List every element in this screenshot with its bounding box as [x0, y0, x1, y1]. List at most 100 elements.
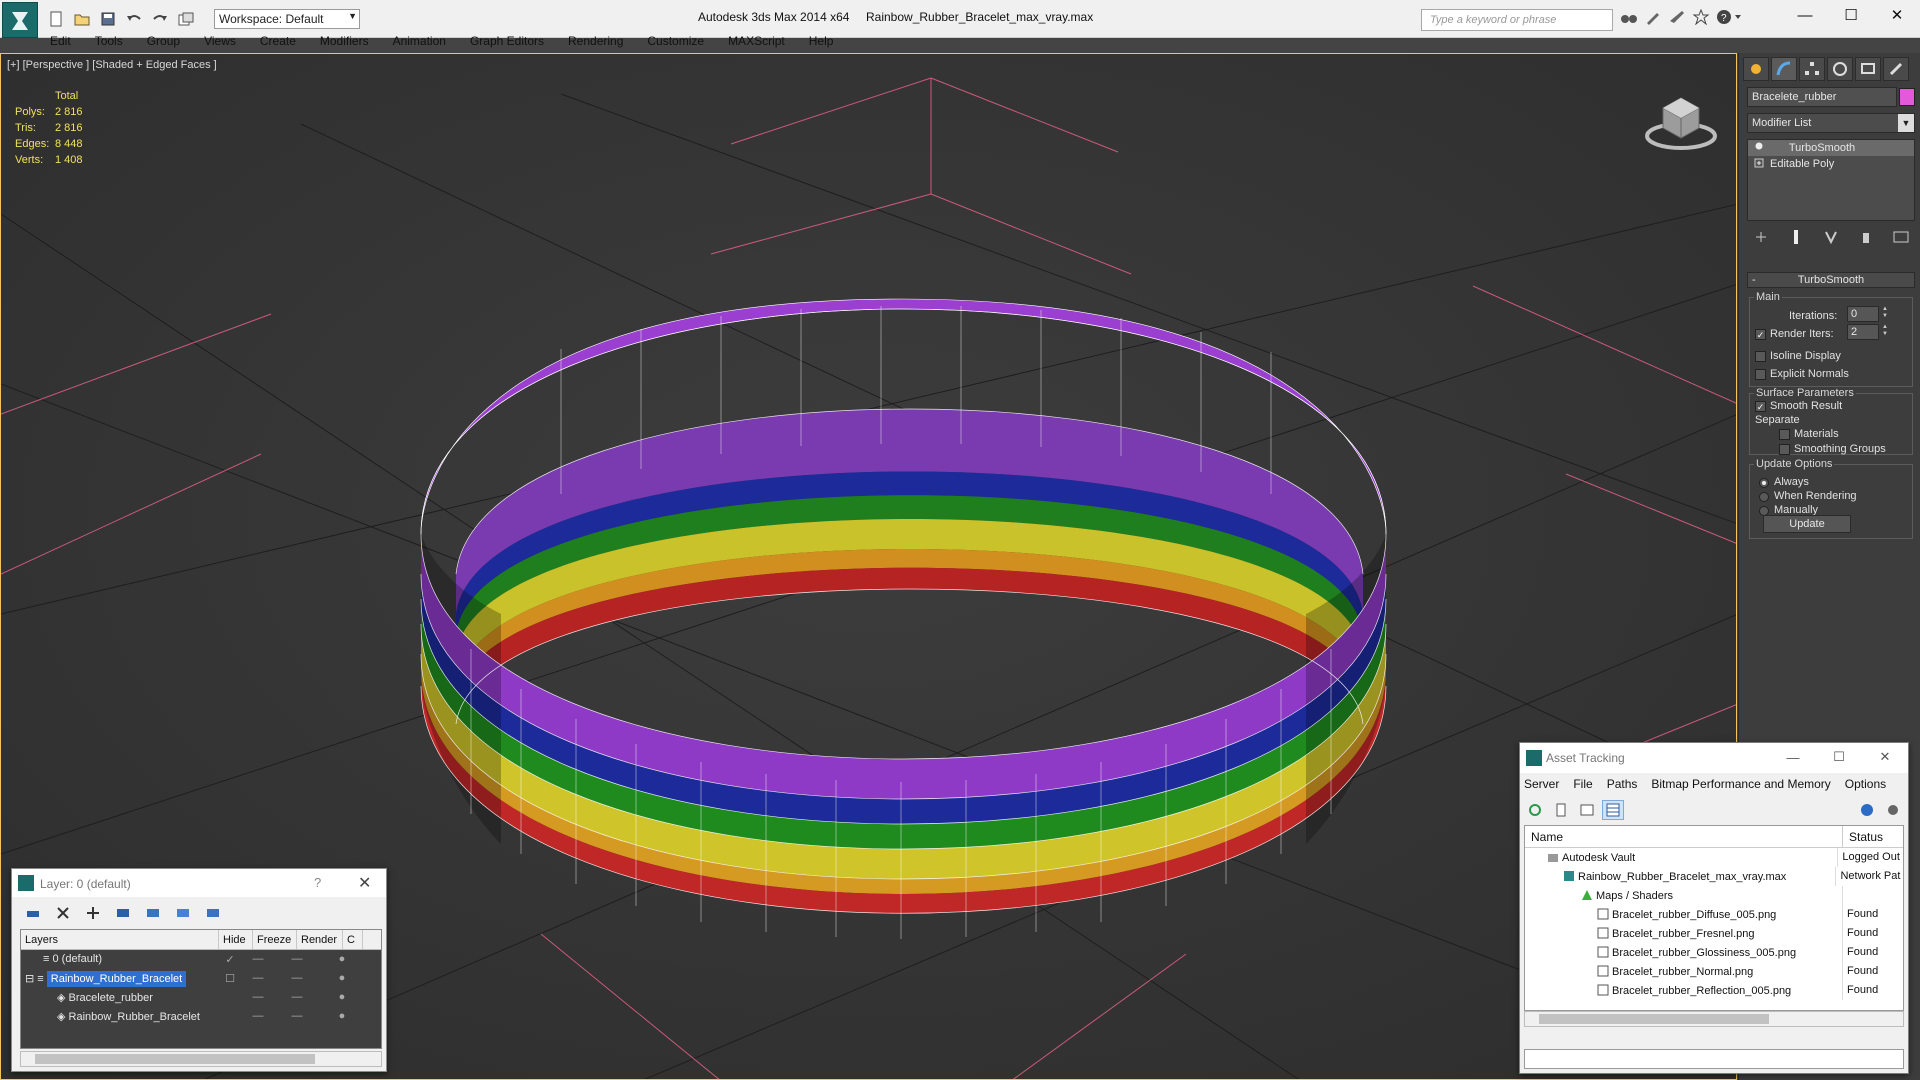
highlight-layer-icon[interactable]	[172, 903, 194, 923]
smoothing-groups-checkbox[interactable]	[1779, 444, 1790, 455]
open-file-icon[interactable]	[72, 9, 92, 29]
menu-server[interactable]: Server	[1524, 777, 1559, 791]
stack-item-turbosmooth[interactable]: TurboSmooth	[1748, 140, 1914, 156]
collapse-icon[interactable]: ⊟	[25, 973, 37, 985]
table-row[interactable]: Bracelet_rubber_Fresnel.png Found	[1525, 924, 1903, 943]
render-iters-spinner[interactable]: 2	[1847, 324, 1879, 340]
list-view-icon[interactable]	[1550, 800, 1572, 820]
modify-tab-icon[interactable]	[1771, 57, 1797, 81]
layer-row[interactable]: ≡ 0 (default) ✓ — — ●	[21, 950, 381, 969]
object-name-field[interactable]: Bracelete_rubber	[1747, 87, 1897, 107]
light-bulb-icon[interactable]	[1754, 142, 1764, 152]
menu-file[interactable]: File	[1573, 777, 1592, 791]
add-to-layer-icon[interactable]	[82, 903, 104, 923]
horizontal-scrollbar[interactable]	[1524, 1011, 1904, 1027]
render-teapot-icon[interactable]: ●	[319, 950, 365, 969]
maximize-button[interactable]: ☐	[1828, 0, 1874, 30]
tree-view-icon[interactable]	[1576, 800, 1598, 820]
new-file-icon[interactable]	[46, 9, 66, 29]
active-layer-check-icon[interactable]: ✓	[219, 950, 241, 969]
create-tab-icon[interactable]	[1743, 57, 1769, 81]
redo-icon[interactable]	[150, 9, 170, 29]
menu-create[interactable]: Create	[248, 32, 308, 52]
app-logo[interactable]	[2, 2, 38, 38]
active-layer-checkbox[interactable]: ☐	[219, 969, 241, 988]
column-header-layers[interactable]: Layers	[21, 930, 219, 949]
horizontal-scrollbar[interactable]	[20, 1051, 382, 1067]
freeze-toggle[interactable]: —	[275, 988, 319, 1007]
hide-toggle[interactable]: —	[241, 969, 275, 988]
motion-tab-icon[interactable]	[1827, 57, 1853, 81]
close-button[interactable]: ✕	[358, 873, 371, 893]
table-row[interactable]: Bracelet_rubber_Glossiness_005.png Found	[1525, 943, 1903, 962]
column-header-name[interactable]: Name	[1525, 826, 1843, 847]
column-header-hide[interactable]: Hide	[219, 930, 253, 949]
hide-freeze-all-icon[interactable]	[202, 903, 224, 923]
configure-modifier-sets-icon[interactable]	[1891, 227, 1911, 247]
favorites-star-icon[interactable]	[1692, 8, 1710, 28]
menu-edit[interactable]: Edit	[38, 32, 83, 52]
menu-bitmap-performance[interactable]: Bitmap Performance and Memory	[1651, 777, 1830, 791]
freeze-toggle[interactable]: —	[275, 950, 319, 969]
spinner-arrows-icon[interactable]: ▲ ▼	[1881, 324, 1889, 340]
layer-manager-titlebar[interactable]: Layer: 0 (default) ? ✕	[12, 869, 386, 897]
when-rendering-radio[interactable]	[1759, 492, 1769, 502]
minimize-button[interactable]: —	[1782, 0, 1828, 30]
freeze-toggle[interactable]: —	[275, 1007, 319, 1026]
undo-icon[interactable]	[124, 9, 144, 29]
layer-row[interactable]: ◈ Rainbow_Rubber_Bracelet — — ●	[21, 1007, 381, 1026]
table-row[interactable]: Rainbow_Rubber_Bracelet_max_vray.max Net…	[1525, 867, 1903, 886]
settings-icon[interactable]	[1882, 800, 1904, 820]
help-icon[interactable]: ?	[1716, 9, 1742, 28]
refresh-icon[interactable]	[1524, 800, 1546, 820]
table-view-icon[interactable]	[1602, 800, 1624, 820]
select-objects-icon[interactable]	[112, 903, 134, 923]
menu-views[interactable]: Views	[192, 32, 248, 52]
render-teapot-icon[interactable]: ●	[319, 969, 365, 988]
subscription-icon[interactable]	[1644, 9, 1662, 28]
table-row[interactable]: Bracelet_rubber_Reflection_005.png Found	[1525, 981, 1903, 1000]
turbosmooth-rollout-header[interactable]: - TurboSmooth	[1747, 272, 1915, 288]
iterations-spinner[interactable]: 0	[1847, 306, 1879, 322]
table-row[interactable]: Maps / Shaders	[1525, 886, 1903, 905]
layer-row[interactable]: ⊟ ≡ Rainbow_Rubber_Bracelet ☐ — — ●	[21, 969, 381, 988]
workspace-dropdown[interactable]: Workspace: Default ▼	[214, 9, 360, 29]
hierarchy-tab-icon[interactable]	[1799, 57, 1825, 81]
search-input[interactable]: Type a keyword or phrase	[1421, 9, 1613, 31]
explicit-normals-checkbox[interactable]	[1755, 369, 1766, 380]
expand-plus-icon[interactable]	[1754, 158, 1764, 168]
render-teapot-icon[interactable]: ●	[319, 988, 365, 1007]
create-layer-icon[interactable]	[22, 903, 44, 923]
remove-modifier-icon[interactable]	[1856, 227, 1876, 247]
maximize-button[interactable]: ☐	[1816, 743, 1862, 771]
communication-icon[interactable]	[1668, 9, 1686, 28]
close-button[interactable]: ✕	[1862, 743, 1908, 771]
menu-tools[interactable]: Tools	[83, 32, 135, 52]
display-tab-icon[interactable]	[1855, 57, 1881, 81]
isoline-display-checkbox[interactable]	[1755, 351, 1766, 362]
menu-modifiers[interactable]: Modifiers	[308, 32, 381, 52]
help-icon[interactable]	[1856, 800, 1878, 820]
menu-help[interactable]: Help	[797, 32, 846, 52]
minimize-button[interactable]: —	[1770, 743, 1816, 771]
binoculars-icon[interactable]	[1620, 9, 1638, 28]
menu-animation[interactable]: Animation	[381, 32, 458, 52]
column-header-c[interactable]: C	[343, 930, 363, 949]
viewcube[interactable]	[1641, 84, 1721, 157]
menu-graph-editors[interactable]: Graph Editors	[458, 32, 556, 52]
scrollbar-thumb[interactable]	[35, 1054, 315, 1064]
utilities-tab-icon[interactable]	[1883, 57, 1909, 81]
column-header-freeze[interactable]: Freeze	[253, 930, 297, 949]
hide-toggle[interactable]: —	[241, 950, 275, 969]
table-row[interactable]: Bracelet_rubber_Diffuse_005.png Found	[1525, 905, 1903, 924]
render-iters-checkbox[interactable]: ✓	[1755, 329, 1766, 340]
viewport-label[interactable]: [+] [Perspective ] [Shaded + Edged Faces…	[7, 59, 217, 71]
modifier-list-dropdown[interactable]: Modifier List ▼	[1747, 113, 1915, 133]
render-teapot-icon[interactable]: ●	[319, 1007, 365, 1026]
column-header-render[interactable]: Render	[297, 930, 343, 949]
table-row[interactable]: Autodesk Vault Logged Out	[1525, 848, 1903, 867]
menu-group[interactable]: Group	[135, 32, 192, 52]
menu-maxscript[interactable]: MAXScript	[716, 32, 797, 52]
show-end-result-icon[interactable]	[1786, 227, 1806, 247]
scrollbar-thumb[interactable]	[1539, 1014, 1769, 1024]
